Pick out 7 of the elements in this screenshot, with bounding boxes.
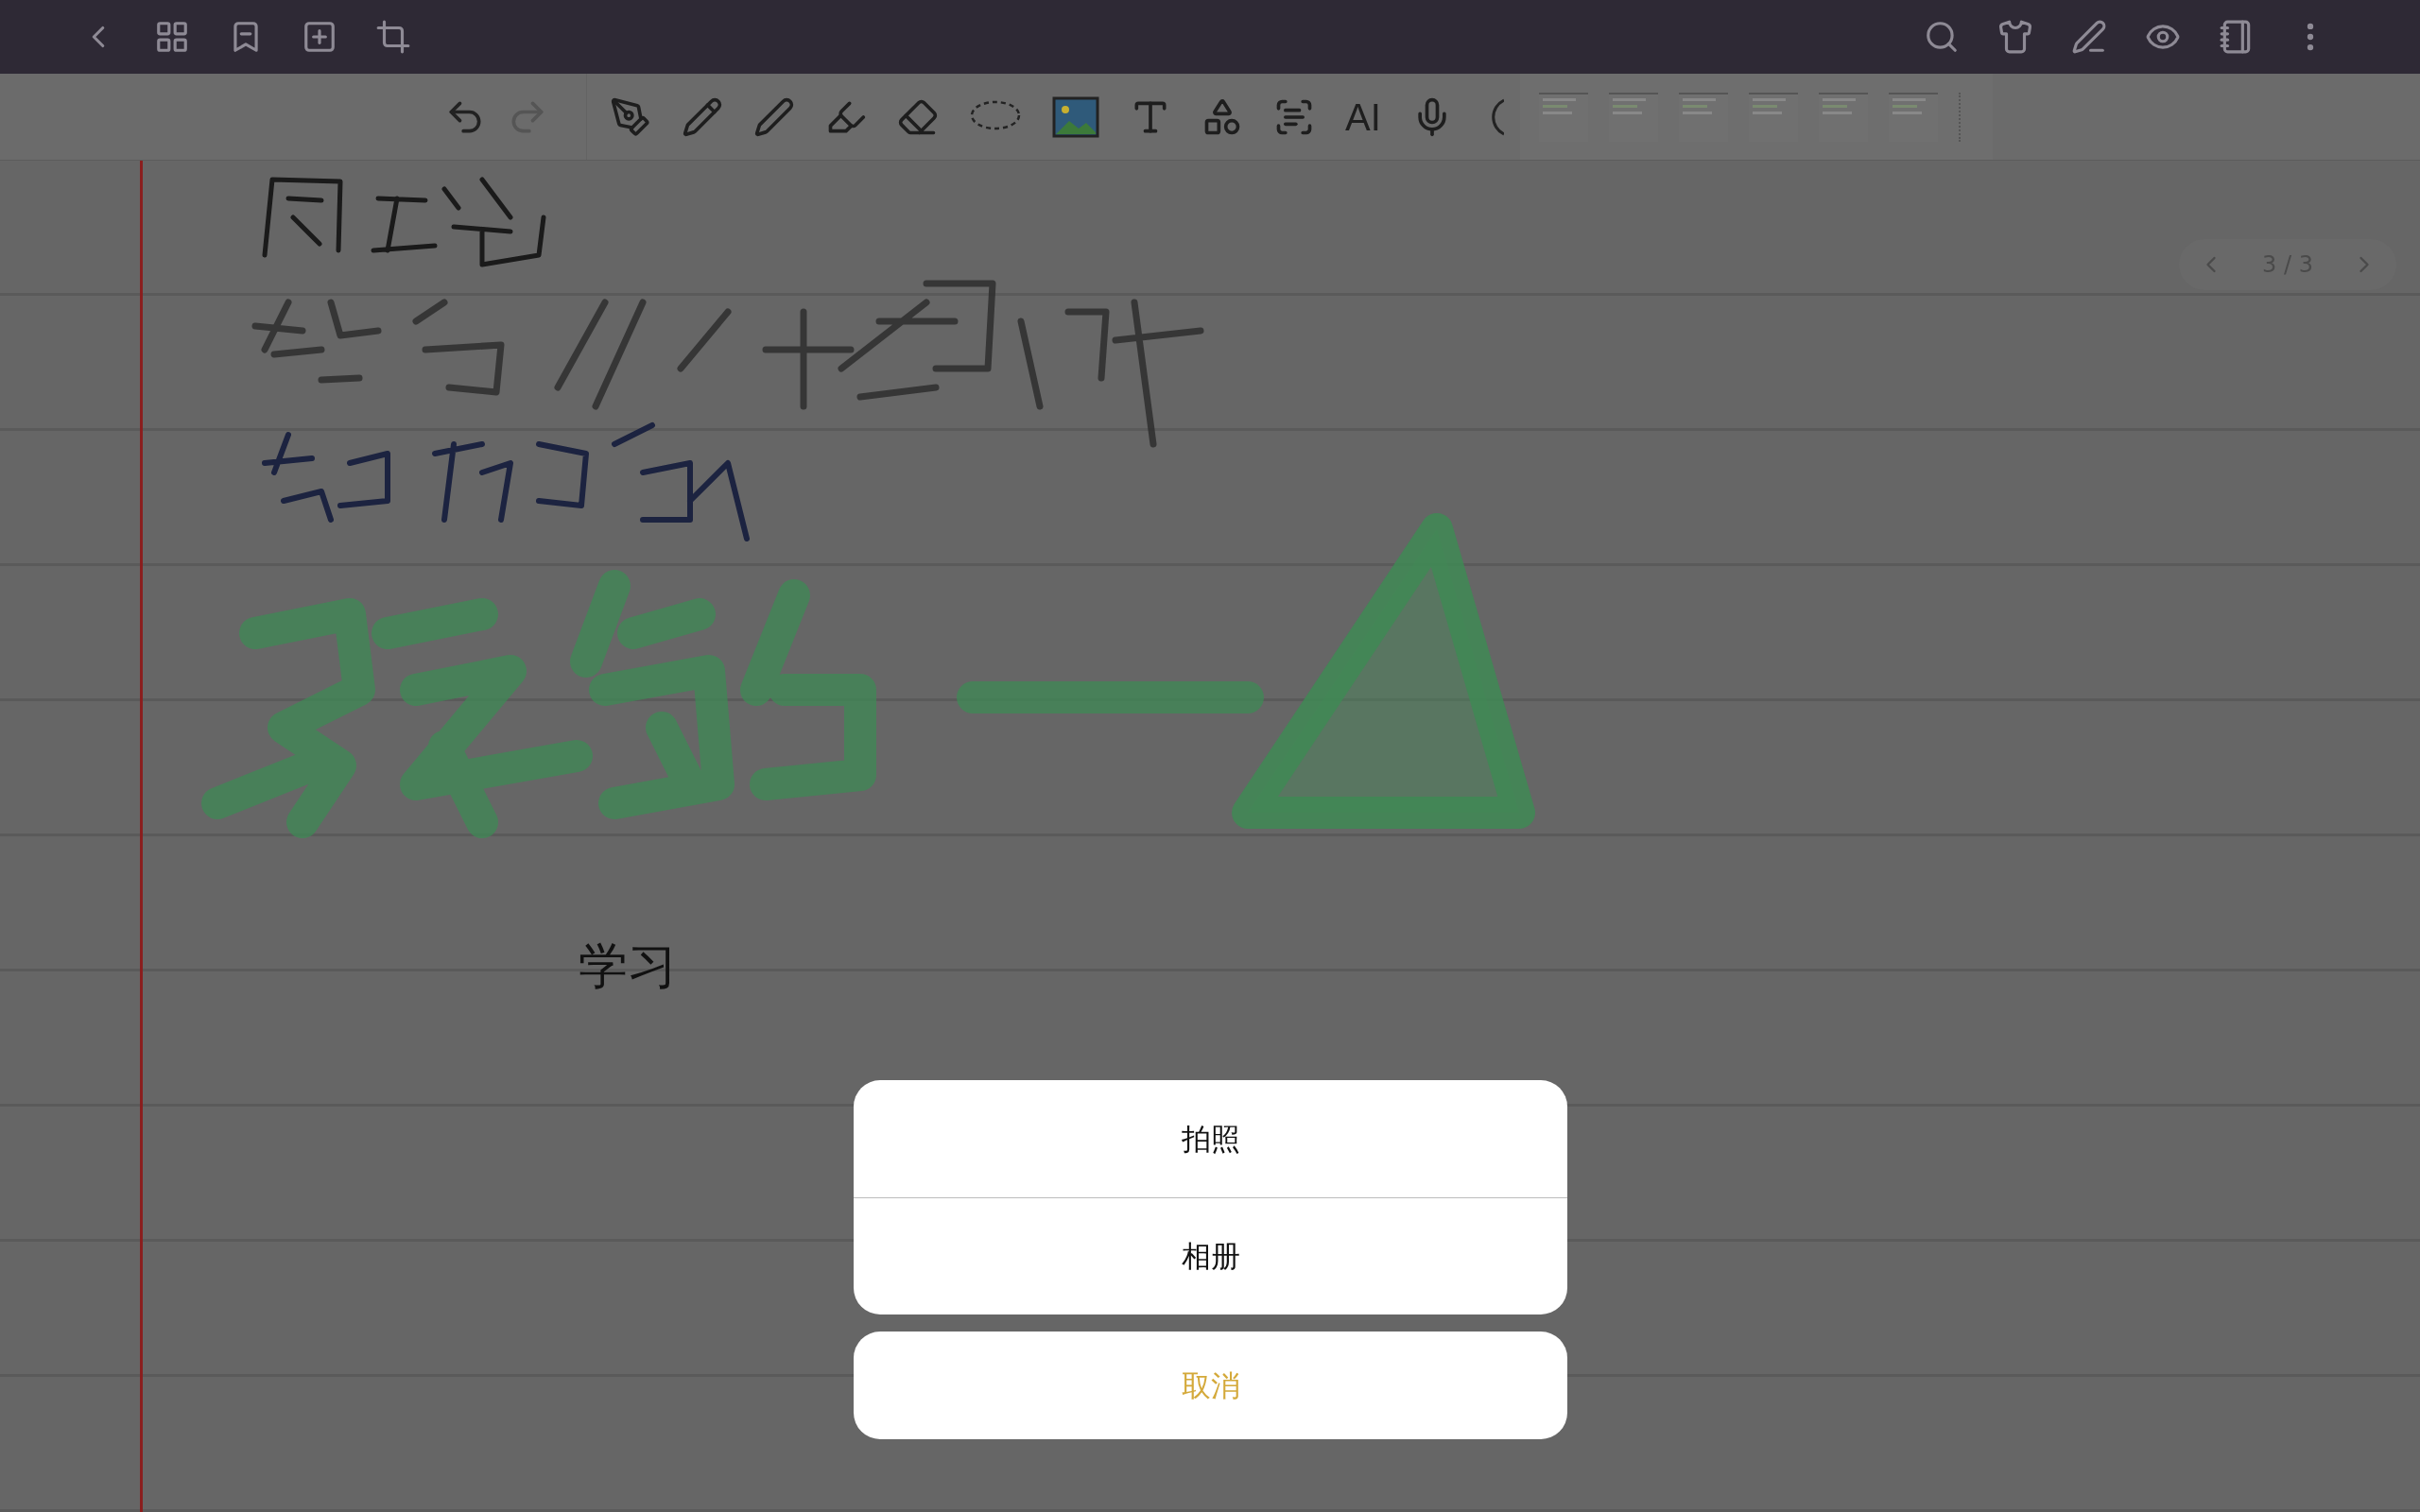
action-sheet-option[interactable]: 拍照 [854, 1080, 1567, 1197]
typed-text: 学习 [579, 941, 677, 990]
action-sheet-option[interactable]: 相册 [854, 1197, 1567, 1314]
fountain-pen-icon[interactable] [610, 95, 651, 138]
image-icon[interactable] [1052, 95, 1099, 138]
pen-icon[interactable] [753, 95, 795, 138]
pencil-icon[interactable] [682, 95, 723, 138]
